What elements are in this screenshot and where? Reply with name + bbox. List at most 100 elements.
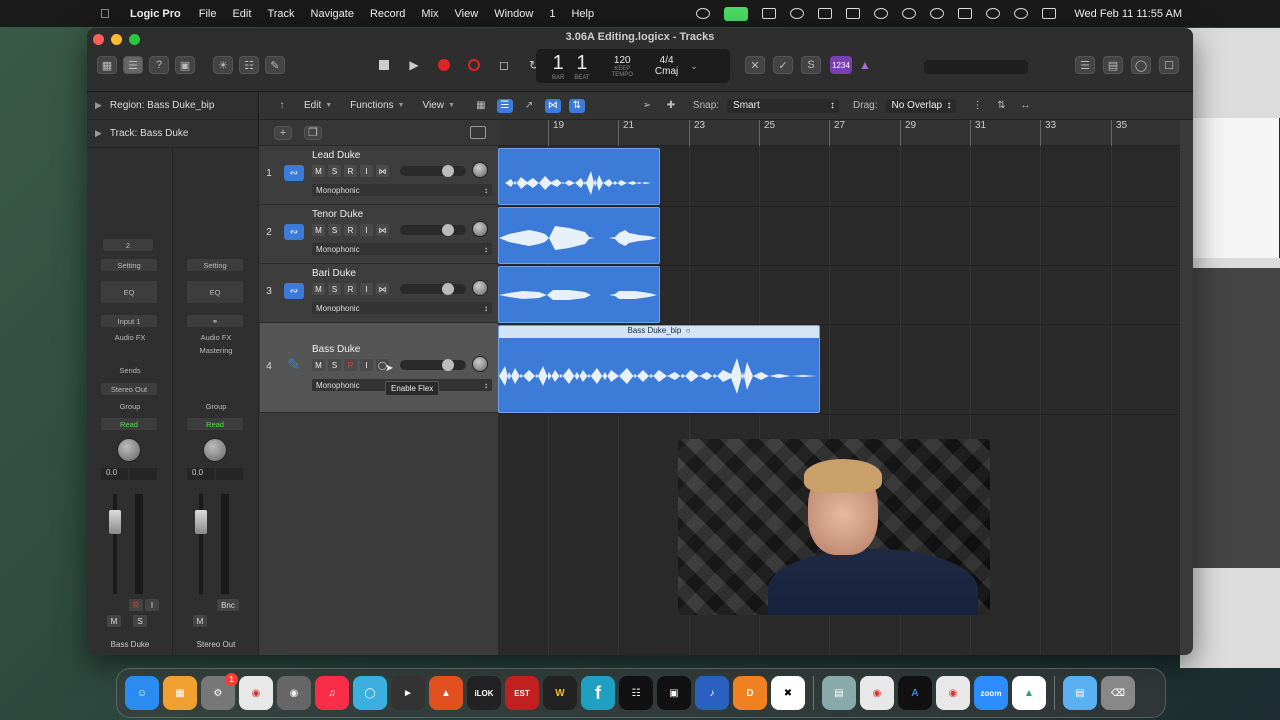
est-icon[interactable]: EST (505, 676, 539, 710)
replace-record-button[interactable] (463, 56, 485, 74)
chrome-icon-2[interactable]: ◉ (860, 676, 894, 710)
app-status-icon[interactable] (874, 8, 889, 19)
view-menu[interactable]: View ▼ (422, 100, 454, 111)
solo-button[interactable]: S (133, 615, 147, 627)
chevron-down-icon[interactable]: ⌄ (690, 61, 698, 72)
play-button[interactable]: ▶ (403, 56, 425, 74)
menu-navigate[interactable]: Navigate (311, 8, 354, 20)
zoom-icon[interactable]: zoom (974, 676, 1008, 710)
input-monitor-button[interactable]: I (360, 165, 373, 177)
audio-fx-slot[interactable]: Audio FX (87, 333, 173, 342)
flex-icon[interactable]: ⋈ (544, 98, 561, 113)
input-monitor-button[interactable]: I (145, 599, 159, 611)
battery-icon[interactable] (958, 8, 973, 19)
mute-button[interactable]: M (312, 359, 325, 371)
mixer-icon[interactable]: ☷ (239, 56, 259, 74)
list-editors-icon[interactable]: ☰ (1075, 56, 1095, 74)
track-volume-slider[interactable] (400, 224, 466, 236)
mute-button[interactable]: M (312, 165, 325, 177)
volume-display[interactable]: 0.0 (187, 468, 243, 480)
track-name[interactable]: Bari Duke (312, 268, 356, 279)
automation-mode[interactable]: Read (101, 418, 157, 430)
volume-fader[interactable] (109, 510, 121, 534)
launchpad-icon[interactable]: ▦ (163, 676, 197, 710)
input-monitor-button[interactable]: I (360, 224, 373, 236)
volume-thumb[interactable] (442, 165, 454, 177)
vertical-zoom-icon[interactable]: ⇅ (994, 99, 1010, 113)
record-enable-button[interactable]: R (344, 283, 357, 295)
screen-icon[interactable] (762, 8, 777, 19)
flex-mode-select[interactable]: Monophonic ↕ (312, 184, 492, 196)
volume-fader-track[interactable] (199, 494, 203, 594)
tuner-icon[interactable]: ✓ (773, 56, 793, 74)
flex-enable-icon[interactable]: ⋈ (376, 224, 389, 236)
google-drive-icon[interactable]: ▲ (1012, 676, 1046, 710)
menu-view[interactable]: View (455, 8, 479, 20)
edit-menu[interactable]: Edit ▼ (304, 100, 332, 111)
replace-icon[interactable]: ✕ (745, 56, 765, 74)
mastering-slot[interactable]: Mastering (173, 346, 259, 355)
volume-fader-track[interactable] (113, 494, 117, 594)
menu-mix[interactable]: Mix (421, 8, 438, 20)
record-enable-button[interactable]: R (344, 224, 357, 236)
smart-controls-icon[interactable]: ☀ (213, 56, 233, 74)
solo-button[interactable]: S (328, 224, 341, 236)
track-header-2[interactable]: 2 ∾ Tenor Duke M S R I ⋈ Monophonic ↕ (260, 205, 498, 264)
system-settings-icon[interactable]: ⚙ 1 (201, 673, 238, 710)
record-button[interactable] (433, 56, 455, 74)
volume-thumb[interactable] (442, 359, 454, 371)
folder-app-icon[interactable]: ▤ (822, 676, 856, 710)
catch-up-icon[interactable]: ↑ (274, 99, 290, 113)
stop-button[interactable] (373, 56, 395, 74)
audio-region-bari[interactable] (498, 266, 660, 323)
notepad-icon[interactable]: ▤ (1103, 56, 1123, 74)
control-center-icon[interactable] (1042, 8, 1057, 19)
track-header-4[interactable]: 4 ✎ Bass Duke M S R I ◯ Monophonic ↕ ➤ En… (260, 323, 498, 413)
audio-region-lead[interactable] (498, 148, 660, 205)
flex-enable-icon[interactable]: ⋈ (376, 283, 389, 295)
track-header-3[interactable]: 3 ∾ Bari Duke M S R I ⋈ Monophonic ↕ (260, 264, 498, 323)
automation-icon[interactable]: ↗ (521, 99, 537, 113)
pan-knob[interactable] (472, 162, 488, 178)
downloads-folder-icon[interactable]: ▤ (1063, 676, 1097, 710)
list-view-icon[interactable]: ☰ (496, 98, 513, 113)
pan-knob[interactable] (472, 221, 488, 237)
capcut-icon[interactable]: ✖ (771, 676, 805, 710)
extension-icon[interactable] (818, 8, 833, 19)
track-volume-slider[interactable] (400, 283, 466, 295)
mute-button[interactable]: M (107, 615, 121, 627)
music-icon[interactable]: ♫ (315, 676, 349, 710)
fretboard-icon[interactable]: f (581, 676, 615, 710)
wifi-icon[interactable] (986, 8, 1001, 19)
track-name[interactable]: Lead Duke (312, 150, 360, 161)
finder-icon[interactable] (846, 8, 861, 19)
duplicate-track-icon[interactable]: ❐ (304, 125, 322, 140)
guitar-app-icon[interactable]: ♪ (695, 676, 729, 710)
output-slot[interactable]: Stereo Out (101, 383, 157, 395)
menu-window[interactable]: Window (494, 8, 533, 20)
final-cut-icon[interactable]: ► (391, 676, 425, 710)
autopunch-button[interactable]: ◻ (493, 56, 515, 74)
facetime-icon[interactable] (724, 6, 749, 21)
pdf-icon[interactable]: D (733, 676, 767, 710)
toolbar-icon[interactable]: ▣ (175, 56, 195, 74)
volume-fader[interactable] (195, 510, 207, 534)
logic-pro-icon[interactable]: ◉ (277, 676, 311, 710)
pan-knob[interactable] (472, 280, 488, 296)
record-enable-button[interactable]: R (344, 359, 357, 371)
solo-button[interactable]: S (328, 283, 341, 295)
record-enable-button[interactable]: R (344, 165, 357, 177)
track-name[interactable]: Bass Duke (312, 344, 360, 355)
menu-record[interactable]: Record (370, 8, 405, 20)
menu-1[interactable]: 1 (549, 8, 555, 20)
app-menu[interactable]: Logic Pro (130, 8, 181, 20)
secondary-tool-icon[interactable]: ✚ (663, 99, 679, 113)
chrome-icon[interactable]: ◉ (239, 676, 273, 710)
bounce-button[interactable]: Bnc (217, 599, 239, 611)
horizontal-zoom-icon[interactable]: ↔ (1018, 99, 1034, 113)
menu-file[interactable]: File (199, 8, 217, 20)
track-volume-slider[interactable] (400, 359, 466, 371)
menu-track[interactable]: Track (267, 8, 294, 20)
help-icon[interactable]: ? (149, 56, 169, 74)
track-volume-slider[interactable] (400, 165, 466, 177)
